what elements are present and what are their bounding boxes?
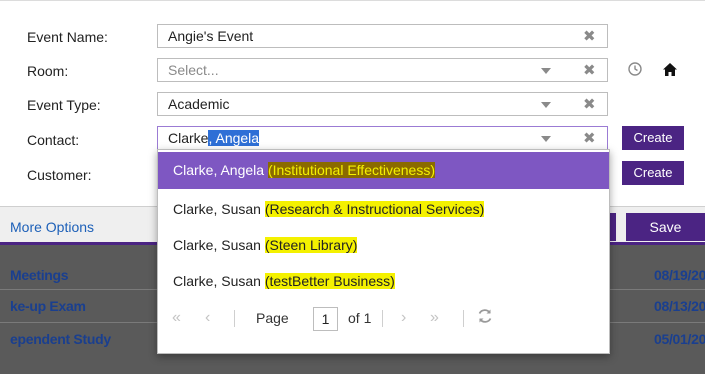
contact-name: Clarke, Susan — [173, 273, 265, 289]
background-row-date: 08/19/2019 — [654, 267, 705, 283]
contact-name: Clarke, Susan — [173, 237, 265, 253]
chevron-down-icon[interactable] — [541, 68, 551, 74]
last-page-icon[interactable]: » — [430, 309, 439, 327]
more-options-link[interactable]: More Options — [10, 219, 94, 235]
pager: « ‹ Page 1 of 1 › » — [158, 298, 609, 338]
create-contact-button[interactable]: Create — [622, 126, 684, 150]
contact-value-typed: Clarke — [168, 130, 209, 146]
dropdown-option-text: Clarke, Susan (Research & Instructional … — [173, 201, 485, 217]
contact-department: (testBetter Business) — [264, 273, 395, 289]
prev-page-icon[interactable]: ‹ — [205, 309, 210, 327]
create-customer-button[interactable]: Create — [622, 161, 684, 185]
clear-icon[interactable]: ✖ — [583, 95, 596, 113]
contact-department: (Steen Library) — [264, 237, 358, 253]
divider — [234, 310, 235, 327]
clear-icon[interactable]: ✖ — [583, 27, 596, 45]
chevron-down-icon[interactable] — [541, 102, 551, 108]
contact-value: Clarke, Angela — [168, 130, 260, 146]
contact-name: Clarke, Angela — [173, 162, 268, 178]
contact-dropdown: Clarke, Angela (Institutional Effectiven… — [157, 149, 610, 354]
event-type-select[interactable]: Academic ✖ — [157, 92, 608, 116]
event-name-label: Event Name: — [27, 29, 108, 45]
background-row-date: 08/13/2019 — [654, 298, 705, 314]
contact-label: Contact: — [27, 132, 80, 148]
clear-icon[interactable]: ✖ — [583, 129, 596, 147]
home-icon[interactable] — [662, 62, 678, 81]
dropdown-option[interactable]: Clarke, Angela (Institutional Effectiven… — [158, 152, 609, 189]
room-select[interactable]: Select... ✖ — [157, 58, 608, 82]
background-row-name: Meetings — [10, 267, 69, 283]
contact-value-selected: , Angela — [208, 130, 260, 146]
dropdown-option[interactable]: Clarke, Susan (testBetter Business) — [158, 263, 609, 300]
divider — [382, 310, 383, 327]
page-count: of 1 — [348, 310, 372, 326]
contact-department: (Institutional Effectiveness) — [267, 162, 435, 178]
room-label: Room: — [27, 63, 69, 79]
page-number-input[interactable]: 1 — [313, 307, 338, 331]
event-name-value: Angie's Event — [168, 28, 254, 44]
contact-name: Clarke, Susan — [173, 201, 265, 217]
clock-icon[interactable] — [628, 62, 642, 80]
dropdown-option[interactable]: Clarke, Susan (Steen Library) — [158, 227, 609, 264]
event-name-field[interactable]: Angie's Event ✖ — [157, 24, 608, 48]
contact-combobox[interactable]: Clarke, Angela ✖ — [157, 126, 608, 150]
divider — [463, 310, 464, 327]
clear-icon[interactable]: ✖ — [583, 61, 596, 79]
chevron-down-icon[interactable] — [541, 136, 551, 142]
page-label: Page — [256, 310, 289, 326]
dropdown-option-text: Clarke, Susan (Steen Library) — [173, 237, 358, 253]
contact-department: (Research & Instructional Services) — [264, 201, 485, 217]
refresh-icon[interactable] — [476, 307, 494, 330]
background-row-name: ependent Study — [10, 331, 111, 347]
background-row-name: ke-up Exam — [10, 298, 86, 314]
background-row-date: 05/01/2019 — [654, 331, 705, 347]
room-placeholder: Select... — [168, 62, 219, 78]
event-type-value: Academic — [168, 96, 230, 112]
next-page-icon[interactable]: › — [401, 309, 406, 327]
dropdown-option-text: Clarke, Angela (Institutional Effectiven… — [173, 162, 435, 178]
customer-label: Customer: — [27, 167, 92, 183]
dropdown-option-text: Clarke, Susan (testBetter Business) — [173, 273, 395, 289]
first-page-icon[interactable]: « — [172, 309, 181, 327]
dropdown-option[interactable]: Clarke, Susan (Research & Instructional … — [158, 191, 609, 228]
save-button[interactable]: Save — [626, 213, 705, 241]
event-type-label: Event Type: — [27, 97, 101, 113]
